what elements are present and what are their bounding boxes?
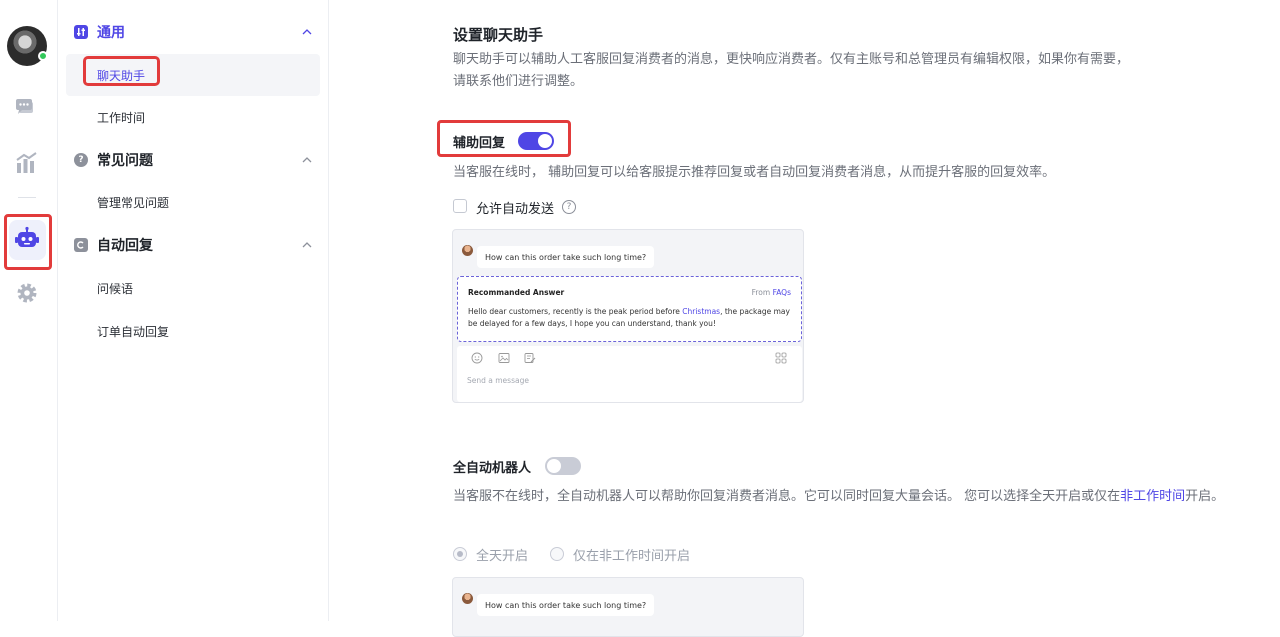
message-composer: Send a message [457, 346, 802, 402]
answer-title: Recommanded Answer [468, 288, 565, 297]
image-icon[interactable] [498, 352, 510, 364]
group-auto-reply[interactable]: 自动回复 [74, 233, 314, 257]
group-label: 常见问题 [97, 153, 153, 169]
chat-icon[interactable] [14, 96, 40, 122]
group-label: 通用 [97, 25, 125, 41]
answer-text-1: Hello dear customers, recently is the pe… [468, 307, 683, 316]
auto-send-label: 允许自动发送 [476, 202, 555, 217]
assist-preview-card: How can this order take such long time? … [452, 229, 804, 403]
customer-avatar [462, 593, 473, 604]
chevron-up-icon[interactable] [300, 153, 314, 167]
rail-divider [18, 197, 36, 198]
highlight-chat-assistant [83, 56, 160, 86]
group-general[interactable]: 通用 [74, 20, 314, 44]
answer-source: From FAQs [752, 288, 791, 297]
emoji-icon[interactable] [471, 352, 483, 364]
bot-preview-card: How can this order take such long time? [452, 577, 804, 637]
main-content: 设置聊天助手 聊天助手可以辅助人工客服回复消费者的消息，更快响应消费者。仅有主账… [329, 0, 1280, 637]
page-description-line2: 请联系他们进行调整。 [453, 74, 584, 89]
avatar[interactable] [7, 26, 48, 66]
group-label: 自动回复 [97, 238, 153, 254]
recommended-answer: Recommanded Answer From FAQs Hello dear … [457, 276, 802, 342]
non-working-hours-link[interactable]: 非工作时间 [1120, 489, 1185, 504]
customer-avatar [462, 245, 473, 256]
from-source: FAQs [772, 288, 791, 297]
answer-body: Hello dear customers, recently is the pe… [468, 306, 793, 330]
bot-description-end: 开启。 [1185, 489, 1225, 504]
sidebar-item-order-auto-reply[interactable]: 订单自动回复 [66, 310, 320, 352]
group-faq[interactable]: ? 常见问题 [74, 148, 314, 172]
bot-label: 全自动机器人 [453, 461, 532, 476]
radio-all-day-label: 全天开启 [476, 549, 529, 564]
radio-all-day[interactable] [453, 547, 467, 561]
highlight-assist-toggle [437, 120, 571, 157]
sidebar-item-greeting[interactable]: 问候语 [66, 267, 320, 309]
apps-icon[interactable] [775, 352, 787, 364]
chevron-up-icon[interactable] [300, 25, 314, 39]
customer-message: How can this order take such long time? [477, 246, 655, 268]
from-prefix: From [751, 288, 773, 297]
icon-rail [0, 0, 58, 621]
page-title: 设置聊天助手 [453, 26, 544, 44]
radio-off-hours[interactable] [550, 547, 564, 561]
settings-sidebar: 通用 聊天助手 工作时间 ? 常见问题 管理常见问题 自动回复 问候语 订单自动… [58, 0, 329, 621]
assist-reply-description: 当客服在线时， 辅助回复可以给客服提示推荐回复或者自动回复消费者消息，从而提升客… [453, 165, 1056, 180]
page-description-line1: 聊天助手可以辅助人工客服回复消费者的消息，更快响应消费者。仅有主账号和总管理员有… [453, 52, 1130, 67]
radio-off-hours-label: 仅在非工作时间开启 [573, 549, 691, 564]
edit-icon[interactable] [524, 352, 536, 364]
stats-icon[interactable] [14, 150, 40, 176]
auto-reply-icon [74, 238, 88, 252]
toggle-knob [547, 459, 561, 473]
bot-description-text: 当客服不在线时，全自动机器人可以帮助你回复消费者消息。它可以同时回复大量会话。 … [453, 489, 1121, 504]
answer-link: Christmas [682, 307, 721, 316]
chevron-up-icon[interactable] [300, 238, 314, 252]
highlight-robot [4, 214, 52, 270]
bot-toggle[interactable] [545, 457, 581, 475]
gear-icon[interactable] [14, 280, 40, 306]
help-icon[interactable]: ? [562, 200, 576, 214]
settings-group-icon [74, 25, 88, 39]
message-input[interactable]: Send a message [467, 376, 529, 385]
bot-description: 当客服不在线时，全自动机器人可以帮助你回复消费者消息。它可以同时回复大量会话。 … [453, 486, 1228, 508]
online-indicator [38, 51, 48, 61]
faq-icon: ? [74, 153, 88, 167]
sidebar-item-manage-faq[interactable]: 管理常见问题 [66, 181, 320, 223]
customer-message: How can this order take such long time? [477, 594, 655, 616]
auto-send-checkbox[interactable] [453, 199, 467, 213]
sidebar-item-working-hours[interactable]: 工作时间 [66, 96, 320, 138]
